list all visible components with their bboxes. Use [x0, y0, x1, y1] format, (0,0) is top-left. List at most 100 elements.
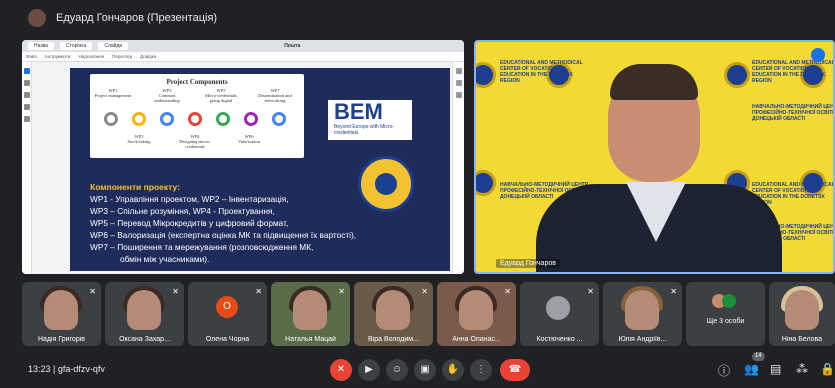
component-line: обмін між учасниками). — [120, 254, 210, 264]
component-line: WP6 – Валоризація (експертна оцінка МК т… — [90, 230, 357, 240]
pen-icon[interactable] — [23, 92, 30, 98]
participant-name: Олена Чорна — [205, 336, 250, 343]
wp-label: WP4 Designing micro-credentials — [179, 134, 211, 149]
page-icon[interactable] — [23, 104, 30, 110]
mic-toggle-button[interactable]: ✕ — [330, 359, 352, 381]
activities-icon[interactable]: ⁂ — [796, 362, 808, 376]
speaking-indicator-icon — [811, 48, 825, 62]
participant-video — [44, 290, 78, 330]
browser-tabs: Назва Сторінка Слайди Пошта — [22, 40, 464, 52]
tool-icon[interactable] — [455, 68, 462, 74]
banner-text: EDUCATIONAL AND METHODICAL CENTER OF VOC… — [500, 60, 583, 84]
present-button[interactable]: ▣ — [414, 359, 436, 381]
menu-item[interactable]: Перегляд — [112, 54, 132, 59]
mic-off-icon: ✕ — [587, 287, 594, 296]
participant-name: Ніна Белова — [781, 336, 823, 343]
participant-avatar — [546, 296, 570, 320]
participant-video — [459, 290, 493, 330]
bottom-bar: 13:23 | gfa-dfzv-qfv ✕ ▶ ☺ ▣ ✋ ⋮ ☎ ⓘ 👥 1… — [0, 350, 835, 388]
more-options-button[interactable]: ⋮ — [470, 359, 492, 381]
mic-off-icon: ✕ — [338, 287, 345, 296]
mic-off-icon: ✕ — [421, 287, 428, 296]
people-count-badge: 14 — [752, 352, 765, 361]
meeting-info: 13:23 | gfa-dfzv-qfv — [28, 364, 105, 374]
tool-icon[interactable] — [455, 92, 462, 98]
presenter-avatar — [28, 9, 46, 27]
participant-video — [127, 290, 161, 330]
raise-hand-button[interactable]: ✋ — [442, 359, 464, 381]
wp-label: WP5 Micro-credentials going digital — [205, 88, 237, 103]
participant-tile[interactable]: ✕ Віра Володим... — [354, 282, 433, 346]
mic-off-icon: ✕ — [255, 287, 262, 296]
meeting-code: gfa-dfzv-qfv — [57, 364, 105, 374]
participant-tile[interactable]: ✕ Костюченко ... — [520, 282, 599, 346]
presentation-title: Едуард Гончаров (Презентація) — [56, 12, 218, 24]
wp-label: WP7 Dissemination and networking — [258, 88, 292, 103]
speaker-name: Едуард Гончаров — [496, 259, 560, 268]
right-toolbar — [452, 62, 464, 274]
pointer-icon[interactable] — [23, 68, 30, 74]
participant-video — [293, 290, 327, 330]
participant-tile[interactable]: О ✕ Олена Чорна — [188, 282, 267, 346]
menu-item[interactable]: Файл — [26, 54, 37, 59]
mic-off-icon: ✕ — [504, 287, 511, 296]
component-line: WP5 – Перевод Мікрокредитів у цифровий ф… — [90, 218, 289, 228]
component-line: WP1 - Управління проектом, WP2 – Інвента… — [90, 194, 289, 204]
component-line: WP3 – Спільне розуміння, WP4 - Проектува… — [90, 206, 275, 216]
shared-screen[interactable]: Назва Сторінка Слайди Пошта Файл Інструм… — [22, 40, 464, 274]
wp-ring — [132, 112, 146, 126]
menu-item[interactable]: Довідка — [140, 54, 156, 59]
search-icon[interactable] — [23, 116, 30, 122]
emblem-icon — [476, 62, 496, 88]
menu-item[interactable]: Надсилання — [78, 54, 104, 59]
camera-toggle-button[interactable]: ▶ — [358, 359, 380, 381]
presentation-slide: Project Components WP1 Project management… — [70, 68, 450, 271]
mic-off-icon: ✕ — [670, 287, 677, 296]
zoom-icon[interactable] — [23, 80, 30, 86]
chat-icon[interactable]: ▤ — [770, 362, 781, 376]
tool-icon[interactable] — [455, 80, 462, 86]
emoji-button[interactable]: ☺ — [386, 359, 408, 381]
participant-video — [376, 290, 410, 330]
participant-name: Надія Григорів — [38, 336, 85, 343]
more-participants-avatars — [712, 294, 740, 310]
leave-call-button[interactable]: ☎ — [500, 359, 530, 381]
people-icon[interactable]: 👥 — [744, 362, 759, 376]
participant-name: Юлія Андріїв... — [618, 336, 667, 343]
wp-ring — [188, 112, 202, 126]
speaker-video[interactable]: EDUCATIONAL AND METHODICAL CENTER OF VOC… — [474, 40, 835, 274]
emblem-icon — [476, 170, 496, 196]
wp-label: WP2 Stock-taking — [127, 134, 151, 144]
menu-item[interactable]: Інструменти — [45, 54, 70, 59]
participant-name: Віра Володим... — [368, 336, 419, 343]
browser-tab[interactable]: Слайди — [98, 42, 129, 50]
participant-tile[interactable]: ✕ Наталья Мацай — [271, 282, 350, 346]
wp-ring — [160, 112, 174, 126]
wp-label: WP6 Valorization — [238, 134, 260, 144]
participant-video — [625, 290, 659, 330]
components-title: Компоненти проекту: — [90, 182, 180, 192]
wp-ring — [104, 112, 118, 126]
banner-text: НАВЧАЛЬНО-МЕТОДИЧНИЙ ЦЕНТР ПРОФЕСІЙНО-ТЕ… — [752, 104, 835, 122]
mic-off-icon: ✕ — [172, 287, 179, 296]
component-line: WP7 – Поширення та мережування (розповсю… — [90, 242, 314, 252]
wp-ring — [244, 112, 258, 126]
participant-name: Оксана Захар... — [119, 336, 170, 343]
browser-tab[interactable]: Назва — [28, 42, 55, 50]
browser-tab[interactable]: Сторінка — [60, 42, 93, 50]
more-participants-tile[interactable]: Ще 3 особи — [686, 282, 765, 346]
speaker-hair — [610, 64, 698, 100]
participant-tile[interactable]: Ніна Белова — [769, 282, 835, 346]
participant-tile[interactable]: ✕ Надія Григорів — [22, 282, 101, 346]
participant-tile[interactable]: ✕ Анна Опанас... — [437, 282, 516, 346]
emblem-icon — [724, 62, 750, 88]
participant-tile[interactable]: ✕ Оксана Захар... — [105, 282, 184, 346]
participant-tile[interactable]: ✕ Юлія Андріїв... — [603, 282, 682, 346]
left-toolbar — [22, 62, 32, 274]
wp-label: WP3 Common understanding — [154, 88, 180, 103]
banner-text: EDUCATIONAL AND METHODICAL CENTER OF VOC… — [752, 60, 835, 84]
info-icon[interactable]: ⓘ — [718, 362, 730, 379]
participant-name: Анна Опанас... — [452, 336, 501, 343]
top-bar: Едуард Гончаров (Презентація) — [0, 0, 835, 36]
host-controls-icon[interactable]: 🔒 — [820, 362, 835, 376]
